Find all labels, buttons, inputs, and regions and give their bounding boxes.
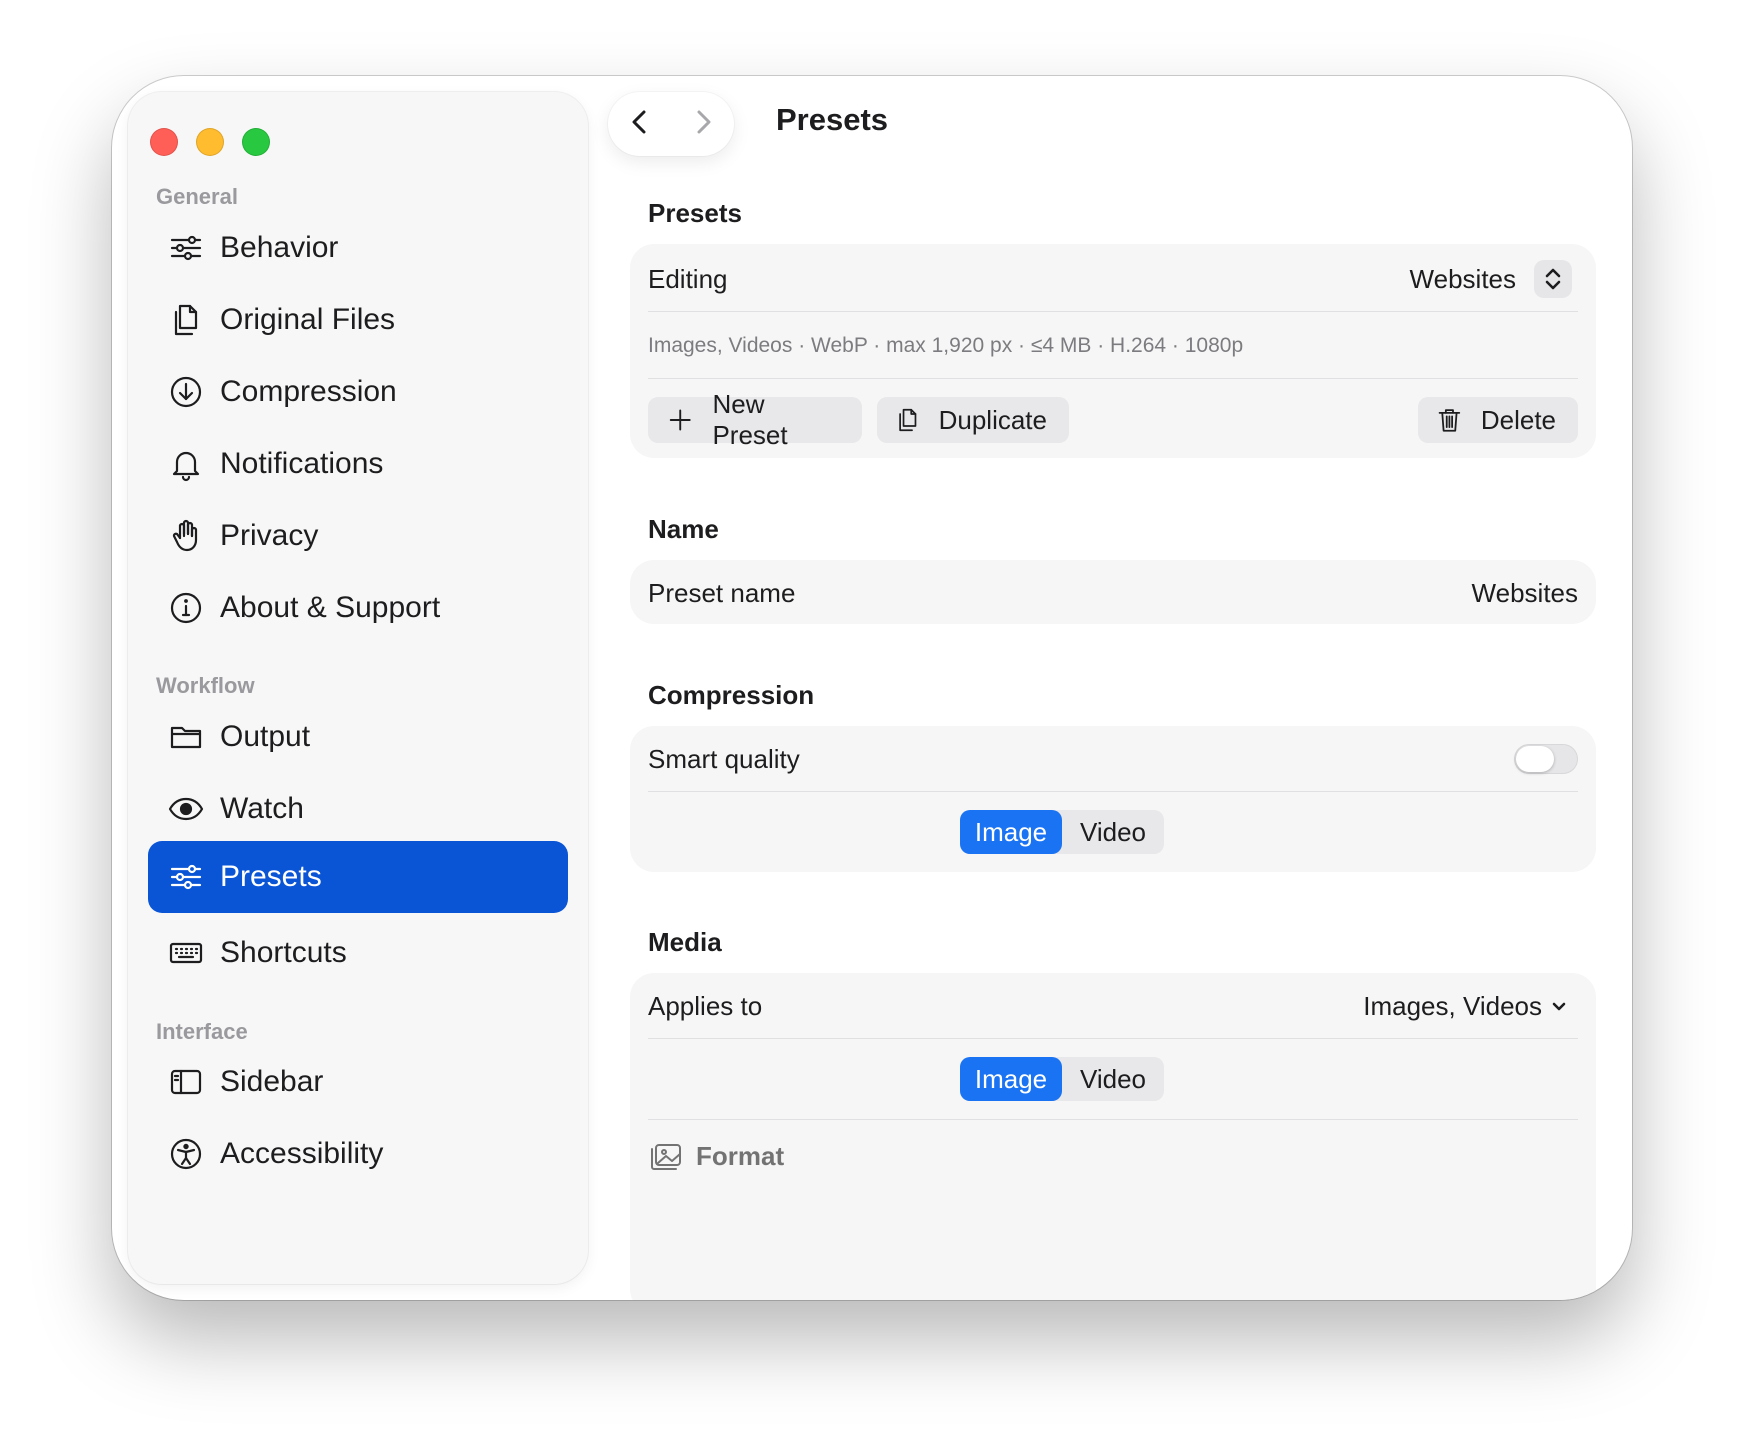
page-title: Presets [776, 102, 889, 137]
sidebar-item-label: Original Files [220, 303, 396, 336]
preset-summary: Images, Videos · WebP · max 1,920 px · ≤… [648, 334, 1244, 357]
sidebar-item-presets[interactable]: Presets [148, 841, 568, 913]
sidebar-item-behavior[interactable]: Behavior [148, 208, 568, 288]
segment-video[interactable]: Video [1062, 1057, 1164, 1101]
section-label-general: General [156, 184, 238, 209]
sidebar-item-label: Notifications [220, 447, 384, 480]
group-title-compression: Compression [648, 680, 815, 710]
divider [648, 791, 1578, 792]
settings-window: General Behavior Original Files Compress… [112, 76, 1632, 1300]
sidebar-item-label: About & Support [220, 591, 441, 624]
group-title-media: Media [648, 927, 722, 957]
sidebar-item-label: Output [220, 720, 311, 753]
delete-label: Delete [1480, 404, 1556, 435]
group-title-presets: Presets [648, 198, 742, 228]
editing-preset-value[interactable]: Websites [1410, 264, 1516, 295]
new-preset-button[interactable]: New Preset [648, 389, 862, 450]
chevron-right-icon [697, 110, 710, 133]
sidebar-item-sidebar[interactable]: Sidebar [148, 1042, 568, 1122]
segment-image[interactable]: Image [960, 1057, 1062, 1101]
chevron-down-icon [1552, 1002, 1566, 1010]
photos-icon [651, 1144, 681, 1170]
divider [648, 1119, 1578, 1120]
preset-name-label: Preset name [648, 578, 796, 608]
smart-quality-label: Smart quality [648, 744, 800, 774]
applies-to-value: Images, Videos [1363, 991, 1542, 1021]
sidebar-item-notifications[interactable]: Notifications [148, 424, 568, 504]
compression-card: Smart quality Image Video [630, 726, 1596, 872]
sidebar-item-output[interactable]: Output [148, 697, 568, 777]
hand-raised-icon [166, 516, 206, 556]
documents-icon [166, 300, 206, 340]
applies-to-dropdown[interactable]: Images, Videos [1363, 991, 1568, 1022]
toggle-knob [1516, 746, 1554, 772]
sidebar-item-label: Accessibility [220, 1137, 384, 1170]
sidebar-item-compression[interactable]: Compression [148, 352, 568, 432]
chevron-left-icon [632, 110, 645, 133]
close-window-button[interactable] [150, 128, 178, 156]
media-type-segmented-control: Image Video [960, 1057, 1164, 1101]
name-card: Preset name Websites [630, 560, 1596, 624]
sidebar: General Behavior Original Files Compress… [128, 92, 588, 1284]
sidebar-item-label: Compression [220, 375, 397, 408]
sidebar-item-label: Presets [220, 860, 322, 893]
navigation-buttons [608, 92, 734, 156]
duplicate-label: Duplicate [938, 404, 1047, 435]
preset-selector-stepper[interactable] [1534, 260, 1572, 298]
divider [648, 378, 1578, 379]
sidebar-item-label: Sidebar [220, 1065, 324, 1098]
sliders-icon [166, 857, 206, 897]
sidebar-item-privacy[interactable]: Privacy [148, 496, 568, 576]
presets-card: Editing Websites Images, Videos · WebP ·… [630, 244, 1596, 458]
keyboard-icon [166, 933, 206, 973]
sidebar-item-label: Behavior [220, 231, 339, 264]
sidebar-item-original-files[interactable]: Original Files [148, 280, 568, 360]
smart-quality-toggle[interactable] [1514, 744, 1578, 774]
zoom-window-button[interactable] [242, 128, 270, 156]
documents-icon [899, 408, 917, 432]
segment-image[interactable]: Image [960, 810, 1062, 854]
delete-button[interactable]: Delete [1418, 397, 1578, 443]
compression-type-segmented-control: Image Video [960, 810, 1164, 854]
forward-button[interactable] [687, 106, 719, 143]
minimize-window-button[interactable] [196, 128, 224, 156]
eye-icon [166, 789, 206, 829]
trash-icon [1438, 409, 1461, 432]
divider [648, 311, 1578, 312]
applies-to-label: Applies to [648, 991, 763, 1021]
format-row: Format [648, 1139, 784, 1173]
sidebar-item-label: Shortcuts [220, 936, 347, 969]
arrow-down-circle-icon [166, 372, 206, 412]
segment-video[interactable]: Video [1062, 810, 1164, 854]
sidebar-item-label: Watch [220, 792, 304, 825]
back-button[interactable] [624, 106, 656, 143]
section-label-workflow: Workflow [156, 673, 255, 698]
chevron-up-down-icon [1545, 268, 1561, 290]
sliders-icon [166, 228, 206, 268]
folder-icon [166, 717, 206, 757]
preset-name-field[interactable]: Websites [1472, 578, 1578, 609]
divider [648, 1038, 1578, 1039]
sidebar-item-shortcuts[interactable]: Shortcuts [148, 913, 568, 993]
sidebar-icon [166, 1062, 206, 1102]
window-controls [150, 128, 270, 156]
duplicate-button[interactable]: Duplicate [877, 397, 1069, 443]
media-card: Applies to Images, Videos Image Video Fo… [630, 973, 1596, 1300]
info-circle-icon [166, 588, 206, 628]
sidebar-item-watch[interactable]: Watch [148, 769, 568, 849]
group-title-name: Name [648, 514, 719, 544]
new-preset-label: New Preset [712, 389, 788, 450]
format-label: Format [696, 1140, 785, 1171]
editing-label: Editing [648, 264, 728, 294]
sidebar-item-about-support[interactable]: About & Support [148, 568, 568, 648]
sidebar-item-label: Privacy [220, 519, 319, 552]
bell-icon [166, 444, 206, 484]
plus-icon [669, 409, 691, 431]
accessibility-icon [166, 1134, 206, 1174]
sidebar-item-accessibility[interactable]: Accessibility [148, 1114, 568, 1194]
